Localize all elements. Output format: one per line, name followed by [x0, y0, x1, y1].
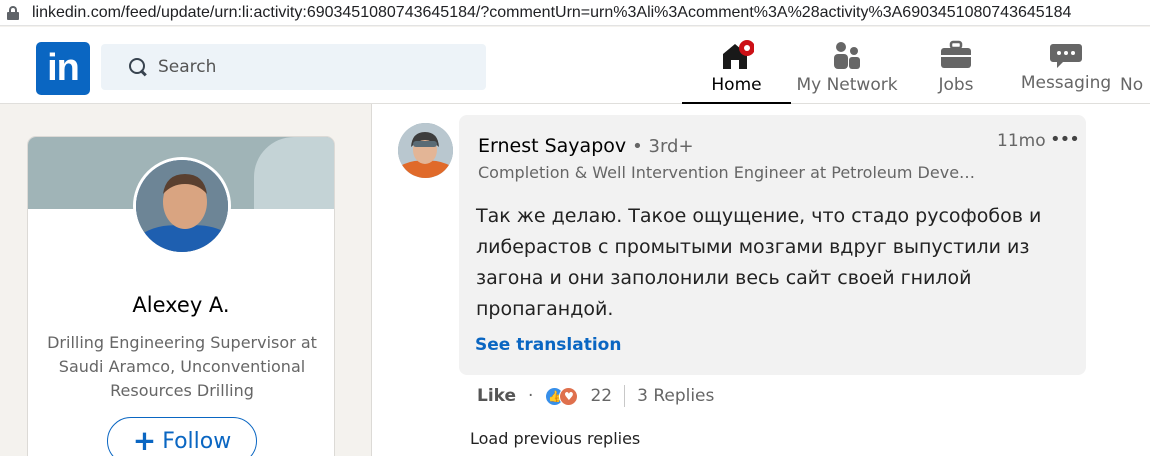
- avatar[interactable]: [133, 157, 231, 255]
- divider: [624, 385, 626, 407]
- nav-messaging[interactable]: Messaging: [1010, 27, 1122, 104]
- lock-icon: [7, 5, 19, 20]
- network-icon: [834, 42, 860, 69]
- search-input[interactable]: [158, 57, 458, 77]
- nav-my-network[interactable]: My Network: [793, 27, 901, 104]
- comment-actions: Like · 👍 ♥ 22 3 Replies: [477, 384, 714, 408]
- like-button[interactable]: Like: [477, 386, 516, 406]
- search-box[interactable]: [101, 44, 486, 90]
- profile-name[interactable]: Alexey A.: [28, 293, 334, 317]
- commenter-photo-icon: [398, 123, 453, 178]
- profile-photo-icon: [136, 160, 228, 252]
- reaction-count[interactable]: 22: [590, 386, 612, 406]
- load-previous-replies-button[interactable]: Load previous replies: [470, 429, 640, 448]
- profile-headline: Drilling Engineering Supervisor at Saudi…: [47, 333, 317, 400]
- more-options-icon[interactable]: •••: [1050, 129, 1080, 150]
- nav-home[interactable]: Home: [682, 27, 791, 104]
- nav-notifications-label: No: [1120, 75, 1144, 95]
- briefcase-icon: [941, 40, 971, 68]
- reactions[interactable]: 👍 ♥: [545, 386, 579, 406]
- follow-button[interactable]: + Follow: [107, 417, 257, 456]
- comment-author-name[interactable]: Ernest Sayapov: [478, 135, 626, 157]
- nav-home-label: Home: [711, 75, 762, 95]
- browser-url-bar[interactable]: linkedin.com/feed/update/urn:li:activity…: [0, 0, 1150, 26]
- comment-text: Так же делаю. Такое ощущение, что стадо …: [476, 205, 1042, 320]
- love-reaction-icon: ♥: [559, 386, 579, 406]
- comment-author-headline: Completion & Well Intervention Engineer …: [478, 163, 976, 182]
- search-icon: [128, 57, 148, 77]
- avatar[interactable]: [398, 123, 453, 178]
- replies-link[interactable]: 3 Replies: [637, 386, 714, 406]
- url-text[interactable]: linkedin.com/feed/update/urn:li:activity…: [32, 4, 1071, 22]
- separator-dot: ·: [528, 386, 534, 406]
- nav-messaging-label: Messaging: [1020, 73, 1112, 93]
- home-icon: [722, 40, 754, 69]
- nav-jobs[interactable]: Jobs: [905, 27, 1007, 104]
- comment-author[interactable]: Ernest Sayapov • 3rd+: [478, 135, 694, 157]
- see-translation-link[interactable]: See translation: [475, 335, 621, 355]
- follow-label: Follow: [162, 428, 232, 454]
- comment-bubble: Ernest Sayapov • 3rd+ 11mo ••• Completio…: [459, 115, 1086, 375]
- connection-degree: • 3rd+: [632, 136, 694, 157]
- nav-my-network-label: My Network: [796, 75, 898, 95]
- top-navigation: in Home My Network Jobs: [0, 27, 1150, 104]
- profile-card: Alexey A. Drilling Engineering Superviso…: [27, 136, 335, 456]
- nav-notifications[interactable]: No: [1120, 27, 1150, 104]
- plus-icon: +: [132, 424, 157, 456]
- linkedin-logo-icon[interactable]: in: [36, 42, 90, 95]
- nav-jobs-label: Jobs: [938, 75, 974, 95]
- feed-post-card: Ernest Sayapov • 3rd+ 11mo ••• Completio…: [371, 104, 1150, 456]
- comment-timestamp: 11mo: [997, 131, 1046, 151]
- messaging-icon: [1050, 44, 1082, 68]
